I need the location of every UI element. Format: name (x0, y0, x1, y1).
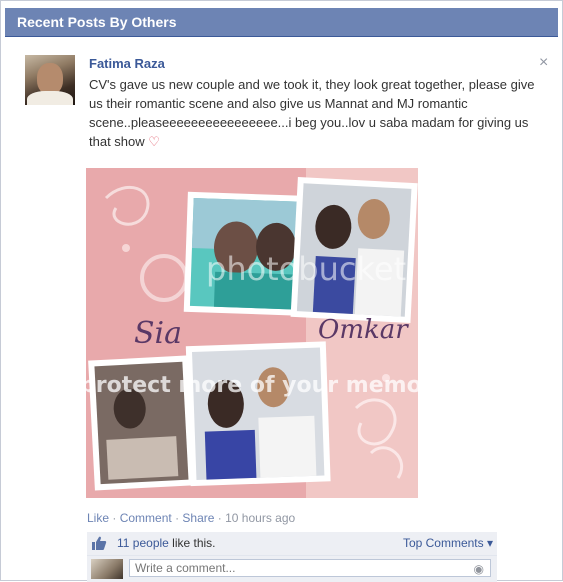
likes-suffix: like this. (172, 536, 216, 550)
author-avatar[interactable] (25, 55, 75, 105)
post-timestamp[interactable]: 10 hours ago (225, 511, 295, 525)
comment-placeholder: Write a comment... (135, 561, 236, 575)
viewer-avatar (91, 559, 123, 579)
avatar-shoulder (27, 91, 73, 105)
post-actions: Like · Comment · Share · 10 hours ago (87, 511, 295, 525)
widget-title: Recent Posts By Others (17, 14, 177, 30)
likes-bar: 11 people like this. Top Comments ▾ (87, 532, 497, 556)
post-photo[interactable]: photobucket Sia Omkar protect more of yo… (86, 168, 418, 498)
widget-frame: Recent Posts By Others Fatima Raza × CV'… (0, 0, 563, 582)
name-left-label: Sia (134, 316, 182, 351)
banner-text: protect more of your memories (86, 373, 418, 398)
watermark-text: photobucket (206, 250, 406, 288)
widget-header: Recent Posts By Others (5, 8, 558, 37)
likes-summary: 11 people like this. (117, 536, 216, 550)
comment-row: Write a comment... ◉ (87, 556, 497, 582)
action-separator: · (175, 511, 180, 525)
thumbs-up-icon (92, 536, 107, 550)
author-name-link[interactable]: Fatima Raza (89, 56, 165, 71)
share-link[interactable]: Share (182, 511, 214, 525)
action-separator: · (112, 511, 117, 525)
top-comments-dropdown[interactable]: Top Comments ▾ (403, 536, 493, 550)
action-separator: · (217, 511, 222, 525)
likes-count-link[interactable]: 11 people (117, 536, 169, 550)
comment-link[interactable]: Comment (120, 511, 172, 525)
like-link[interactable]: Like (87, 511, 109, 525)
photo-collage: photobucket Sia Omkar protect more of yo… (86, 168, 418, 498)
post-body: CV's gave us new couple and we took it, … (89, 75, 539, 151)
name-right-label: Omkar (318, 315, 409, 345)
comment-input[interactable]: Write a comment... ◉ (129, 559, 491, 577)
close-icon[interactable]: × (539, 54, 548, 72)
heart-icon: ♡ (148, 134, 160, 149)
camera-icon[interactable]: ◉ (474, 562, 484, 576)
